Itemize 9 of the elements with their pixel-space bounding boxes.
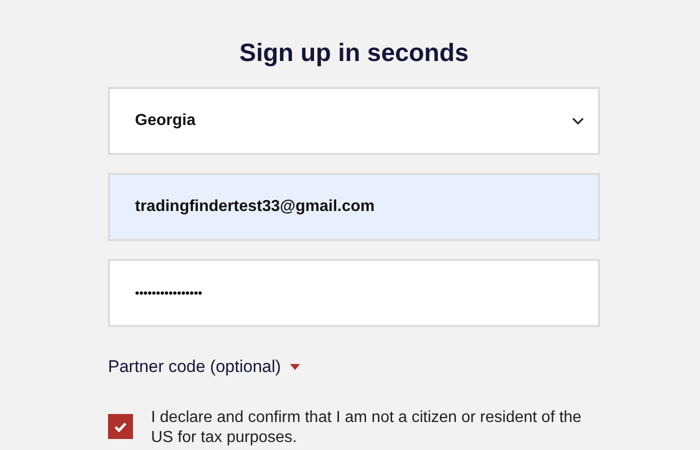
email-field[interactable]: tradingfindertest33@gmail.com (108, 173, 600, 241)
password-field[interactable]: •••••••••••••••• (108, 259, 600, 327)
page-title: Sign up in seconds (238, 38, 470, 69)
declaration-text: I declare and confirm that I am not a citizen or resident of the US for tax purposes. (151, 408, 582, 448)
checkmark-icon (114, 422, 127, 432)
declaration-checkbox[interactable] (108, 414, 133, 439)
country-select[interactable]: Georgia (108, 87, 600, 155)
partner-code-toggle[interactable]: Partner code (optional) (108, 354, 301, 380)
chevron-down-icon (572, 117, 584, 125)
